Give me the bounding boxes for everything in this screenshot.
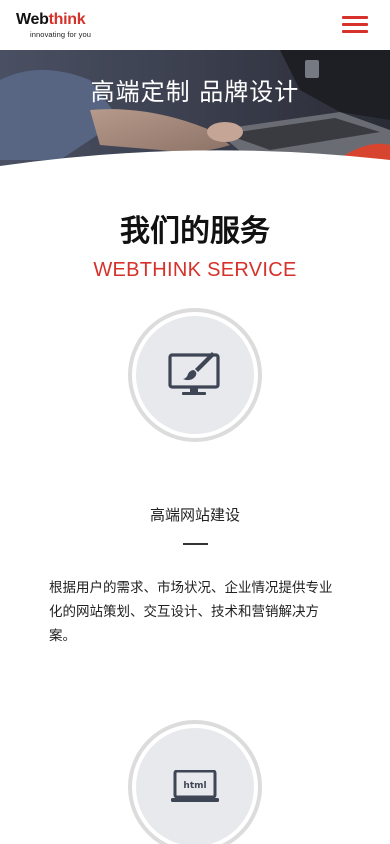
- service-icon-circle[interactable]: [128, 308, 262, 442]
- logo-wordmark: Webthink: [16, 12, 91, 28]
- html-laptop-icon: html: [171, 770, 219, 802]
- logo-web-text: Web: [16, 11, 49, 28]
- section-subtitle: WEBTHINK SERVICE: [93, 259, 297, 281]
- site-header: Webthink innovating for you: [0, 0, 390, 50]
- menu-bar: [342, 16, 368, 19]
- service-icon-background: [136, 316, 254, 434]
- banner-title: 高端定制 品牌设计: [90, 78, 300, 106]
- service-description: 根据用户的需求、市场状况、企业情况提供专业化的网站策划、交互设计、技术和营销解决…: [49, 580, 333, 644]
- service-icon-background: html: [136, 728, 254, 844]
- site-logo[interactable]: Webthink innovating for you: [16, 12, 92, 40]
- service-divider: [183, 543, 208, 545]
- logo-think-text: think: [48, 11, 86, 28]
- menu-bar: [342, 30, 368, 33]
- hero-banner: 高端定制 品牌设计: [0, 50, 390, 172]
- service-icon-circle[interactable]: html: [128, 720, 262, 844]
- service-name[interactable]: 高端网站建设: [0, 504, 390, 525]
- monitor-brush-icon: [168, 352, 220, 395]
- banner-photo: [0, 50, 390, 172]
- hamburger-menu-icon[interactable]: [342, 16, 368, 34]
- menu-bar: [342, 23, 368, 26]
- html-icon-label: html: [183, 781, 206, 791]
- logo-tagline: innovating for you: [30, 30, 92, 39]
- section-title: 我们的服务: [120, 214, 270, 249]
